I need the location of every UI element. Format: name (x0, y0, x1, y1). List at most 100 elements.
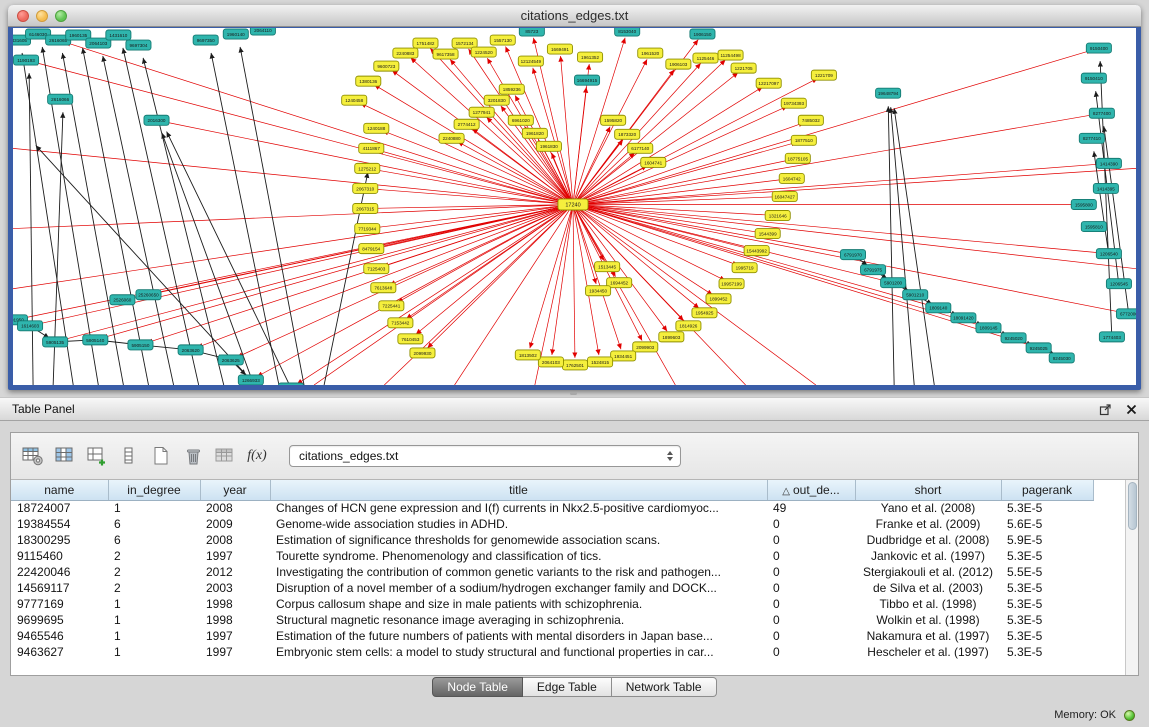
graph-node[interactable]: 2240883 (393, 48, 418, 58)
graph-node[interactable]: 2774412 (454, 119, 479, 129)
graph-node[interactable]: 8153040 (615, 28, 640, 36)
graph-node[interactable]: 5905150 (128, 340, 153, 350)
graph-node[interactable]: 1873320 (615, 129, 640, 139)
minimize-window-button[interactable] (36, 10, 48, 22)
graph-node[interactable]: 1960140 (223, 29, 248, 39)
import-table-icon[interactable] (211, 443, 239, 469)
close-panel-icon[interactable] (1126, 404, 1137, 415)
tab-network-table[interactable]: Network Table (612, 677, 717, 697)
graph-node[interactable]: 9245025 (1026, 343, 1051, 353)
graph-node[interactable]: 1572134 (452, 38, 477, 48)
graph-node[interactable]: 19648794 (876, 88, 901, 98)
graph-node[interactable]: 1961520 (638, 48, 663, 58)
zoom-window-button[interactable] (55, 10, 67, 22)
graph-node[interactable]: 1125446 (693, 53, 718, 63)
graph-node[interactable]: 1240188 (364, 123, 389, 133)
graph-node[interactable]: 1277941 (469, 107, 494, 117)
graph-node[interactable]: 19957199 (719, 279, 744, 289)
graph-node[interactable]: 2067315 (353, 203, 378, 213)
graph-node[interactable]: 11254498 (718, 50, 743, 60)
graph-node[interactable]: 7125403 (364, 264, 389, 274)
graph-node[interactable]: 9245020 (1001, 333, 1026, 343)
graph-node[interactable]: 17240 (558, 199, 588, 210)
graph-node[interactable]: 1814926 (676, 321, 701, 331)
graph-node[interactable]: 1224520 (471, 47, 496, 57)
graph-node[interactable]: 1275212 (355, 163, 380, 173)
graph-node[interactable]: 1961820 (522, 128, 547, 138)
graph-node[interactable]: 1414390 (1096, 158, 1121, 168)
new-document-icon[interactable] (147, 443, 175, 469)
table-row[interactable]: 969969511998Structural magnetic resonanc… (11, 612, 1093, 628)
table-row[interactable]: 1872400712008Changes of HCN gene express… (11, 500, 1093, 516)
graph-node[interactable]: 2067310 (353, 183, 378, 193)
column-header-title[interactable]: title (270, 480, 767, 500)
table-row[interactable]: 1456911722003Disruption of a novel membe… (11, 580, 1093, 596)
graph-node[interactable]: 1614603 (18, 321, 43, 331)
graph-node[interactable]: 6791970 (840, 250, 865, 260)
graph-node[interactable]: 1961830 (536, 141, 561, 151)
table-row[interactable]: 1830029562008Estimation of significance … (11, 532, 1093, 548)
graph-node[interactable]: 7225441 (379, 301, 404, 311)
graph-node[interactable]: 2063620 (178, 345, 203, 355)
graph-node[interactable]: 1899603 (659, 332, 684, 342)
graph-node[interactable]: 1513445 (595, 262, 620, 272)
memory-status-indicator[interactable] (1124, 710, 1135, 721)
graph-node[interactable]: 1961352 (578, 52, 603, 62)
table-row[interactable]: 946362711997Embryonic stem cells: a mode… (11, 644, 1093, 660)
graph-node[interactable]: 7613648 (371, 283, 396, 293)
graph-node[interactable]: 5905135 (43, 337, 68, 347)
graph-node[interactable]: 7610453 (398, 334, 423, 344)
graph-node[interactable]: 1595800 (1071, 199, 1096, 209)
graph-node[interactable]: 1995719 (732, 263, 757, 273)
graph-node[interactable]: 1906150 (690, 29, 715, 39)
graph-node[interactable]: 1380136 (356, 76, 381, 86)
graph-node[interactable]: 1524815 (588, 357, 613, 367)
graph-node[interactable]: 1934451 (611, 351, 636, 361)
graph-node[interactable]: 3201830 (484, 95, 509, 105)
graph-node[interactable]: 1751482 (413, 38, 438, 48)
column-header-pagerank[interactable]: pagerank (1001, 480, 1093, 500)
graph-node[interactable]: 2616066 (48, 94, 73, 104)
graph-node[interactable]: 2526060 (110, 295, 135, 305)
graph-node[interactable]: 4111867 (359, 143, 384, 153)
graph-node[interactable]: 1544399 (755, 229, 780, 239)
graph-node[interactable]: 12124549 (518, 56, 543, 66)
graph-node[interactable]: 9600723 (374, 61, 399, 71)
table-settings-icon[interactable] (19, 443, 47, 469)
graph-node[interactable]: 85723 (519, 28, 544, 36)
graph-node[interactable]: 7485032 (798, 115, 823, 125)
graph-node[interactable]: 1190193 (14, 55, 39, 65)
graph-node[interactable]: 2064110 (250, 28, 275, 35)
graph-node[interactable]: 1762501 (562, 360, 587, 370)
graph-node[interactable]: 1321646 (765, 211, 790, 221)
graph-node[interactable]: 12217097 (756, 78, 781, 88)
column-header-out-de-[interactable]: △out_de... (767, 480, 855, 500)
graph-node[interactable]: 2099903 (633, 342, 658, 352)
graph-node[interactable]: 18775105 (785, 153, 810, 163)
graph-node[interactable]: 2099930 (410, 348, 435, 358)
graph-node[interactable]: 1206545 (1106, 279, 1131, 289)
column-header-year[interactable]: year (200, 480, 270, 500)
graph-node[interactable]: 2064103 (538, 357, 563, 367)
table-row[interactable]: 977716911998Corpus callosum shape and si… (11, 596, 1093, 612)
graph-node[interactable]: 1604742 (779, 173, 804, 183)
show-columns-icon[interactable] (51, 443, 79, 469)
graph-node[interactable]: 9245030 (1049, 353, 1074, 363)
graph-node[interactable]: 9697304 (126, 40, 151, 50)
graph-node[interactable]: 1414395 (1093, 183, 1118, 193)
graph-node[interactable]: 9697350 (193, 35, 218, 45)
graph-node[interactable]: 2016300 (144, 115, 169, 125)
function-builder-icon[interactable]: f(x) (243, 443, 271, 469)
scrollbar-thumb[interactable] (1128, 482, 1137, 530)
tab-edge-table[interactable]: Edge Table (523, 677, 612, 697)
graph-node[interactable]: 1604741 (641, 157, 666, 167)
table-row[interactable]: 946554611997Estimation of the future num… (11, 628, 1093, 644)
column-header-in-degree[interactable]: in_degree (108, 480, 200, 500)
graph-node[interactable]: 1809140 (926, 303, 951, 313)
graph-node[interactable]: 1431610 (106, 30, 131, 40)
graph-node[interactable]: 1266940 (278, 383, 303, 385)
column-header-short[interactable]: short (855, 480, 1001, 500)
network-file-select[interactable]: citations_edges.txt (289, 445, 681, 467)
close-window-button[interactable] (17, 10, 29, 22)
graph-node[interactable]: 7153442 (388, 318, 413, 328)
